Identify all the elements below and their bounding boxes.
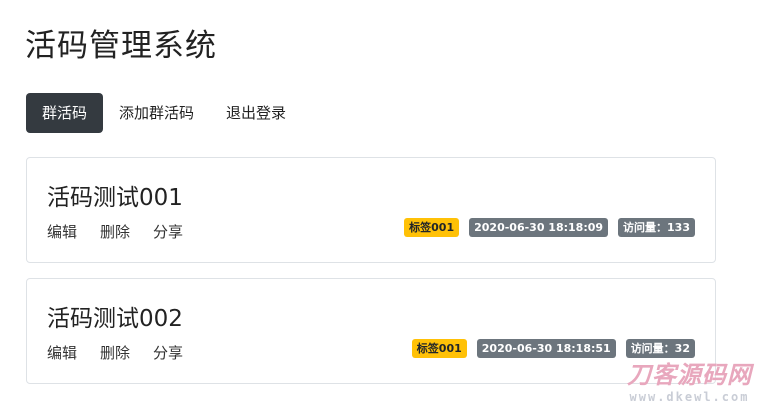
- card-actions: 编辑 删除 分享: [47, 221, 206, 242]
- card-actions: 编辑 删除 分享: [47, 342, 206, 363]
- tag-badge: 标签001: [411, 339, 467, 358]
- tag-badge: 标签001: [404, 218, 460, 237]
- edit-button[interactable]: 编辑: [47, 221, 77, 242]
- edit-button[interactable]: 编辑: [47, 342, 77, 363]
- timestamp-badge: 2020-06-30 18:18:09: [469, 218, 609, 237]
- nav-tab-group-codes[interactable]: 群活码: [26, 93, 104, 133]
- watermark-logo-text: 刀客源码网: [627, 361, 752, 389]
- visits-badge: 访问量：133: [618, 218, 695, 237]
- share-button[interactable]: 分享: [153, 221, 183, 242]
- site-watermark: 刀客源码网 www.dkewl.com: [627, 355, 752, 404]
- card-meta: 标签001 2020-06-30 18:18:09 访问量：133: [404, 218, 695, 237]
- page-title: 活码管理系统: [25, 28, 217, 64]
- delete-button[interactable]: 删除: [100, 221, 130, 242]
- watermark-url: www.dkewl.com: [629, 390, 750, 404]
- card-title: 活码测试001: [47, 185, 183, 211]
- nav-tab-logout[interactable]: 退出登录: [210, 93, 302, 133]
- delete-button[interactable]: 删除: [100, 342, 130, 363]
- share-button[interactable]: 分享: [153, 342, 183, 363]
- card-title: 活码测试002: [47, 306, 183, 332]
- nav-tab-add-group-code[interactable]: 添加群活码: [103, 93, 210, 133]
- main-nav: 群活码 添加群活码 退出登录: [26, 93, 302, 133]
- code-card: 活码测试002 编辑 删除 分享 标签001 2020-06-30 18:18:…: [26, 278, 716, 384]
- code-card: 活码测试001 编辑 删除 分享 标签001 2020-06-30 18:18:…: [26, 157, 716, 263]
- timestamp-badge: 2020-06-30 18:18:51: [476, 339, 616, 358]
